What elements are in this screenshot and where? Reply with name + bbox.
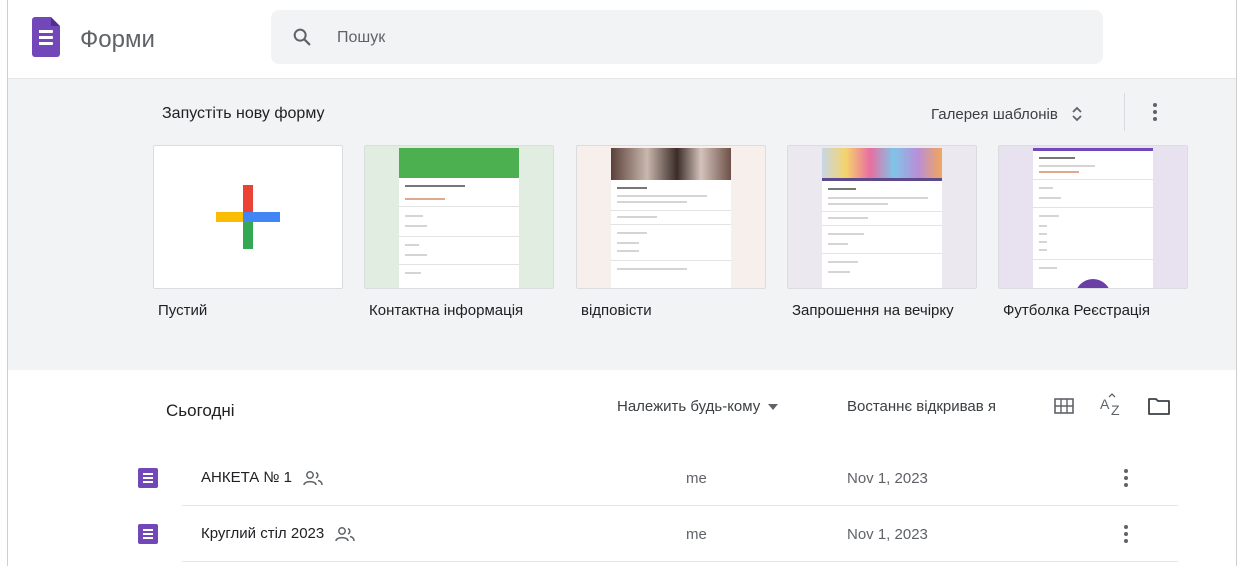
unfold-icon: [1072, 106, 1082, 122]
search-input[interactable]: [335, 24, 1039, 52]
template-thumbnail: [822, 148, 942, 178]
plus-icon: [216, 185, 280, 249]
recent-forms-header: Сьогодні Належить будь-кому Востаннє від…: [8, 370, 1236, 450]
search-icon[interactable]: [291, 26, 313, 48]
form-title: Круглий стіл 2023: [201, 525, 325, 542]
template-gallery-label: Галерея шаблонів: [931, 105, 1058, 123]
divider: [182, 561, 1178, 562]
app-title[interactable]: Форми: [80, 26, 155, 54]
template-thumbnail-form: [611, 180, 731, 288]
more-vert-icon[interactable]: [1114, 522, 1138, 546]
search-bar[interactable]: [271, 10, 1103, 64]
template-card-rsvp[interactable]: [576, 145, 766, 289]
more-vert-icon[interactable]: [1114, 466, 1138, 490]
top-bar: Форми: [8, 0, 1236, 79]
svg-text:A: A: [1100, 396, 1110, 412]
dropdown-arrow-icon: [768, 403, 779, 410]
grid-view-icon[interactable]: [1052, 394, 1076, 418]
forms-logo-icon[interactable]: [32, 17, 60, 57]
form-name: Круглий стіл 2023: [201, 525, 356, 542]
form-owner: me: [686, 526, 707, 543]
svg-text:Z: Z: [1111, 402, 1120, 418]
form-name: АНКЕТА № 1: [201, 469, 324, 486]
form-last-opened: Nov 1, 2023: [847, 526, 928, 543]
template-thumbnail: [1075, 279, 1111, 288]
shared-people-icon: [303, 470, 323, 485]
owner-filter-label: Належить будь-кому: [617, 398, 761, 415]
template-thumbnail-form: [822, 181, 942, 288]
shared-people-icon: [335, 526, 355, 541]
template-gallery-button[interactable]: Галерея шаблонів: [931, 99, 1084, 129]
template-card-blank[interactable]: [153, 145, 343, 289]
divider: [1124, 93, 1125, 131]
folder-icon[interactable]: [1146, 394, 1172, 418]
template-label[interactable]: Футболка Реєстрація: [1003, 302, 1150, 319]
section-title: Сьогодні: [166, 401, 235, 420]
template-thumbnail-form: [399, 178, 519, 288]
section-heading: Запустіть нову форму: [162, 105, 325, 122]
form-owner: me: [686, 470, 707, 487]
template-label[interactable]: Контактна інформація: [369, 302, 523, 319]
template-card-tshirt-signup[interactable]: [998, 145, 1188, 289]
sort-az-icon[interactable]: A Z: [1098, 392, 1126, 420]
list-item[interactable]: Круглий стіл 2023 me Nov 1, 2023: [138, 506, 1178, 562]
template-gallery-section: Запустіть нову форму Галерея шаблонів Пу…: [8, 79, 1236, 370]
template-thumbnail: [611, 148, 731, 180]
template-label[interactable]: Пустий: [158, 302, 207, 319]
owner-filter-dropdown[interactable]: Належить будь-кому: [617, 398, 779, 415]
template-label[interactable]: відповісти: [581, 302, 652, 319]
more-vert-icon[interactable]: [1143, 100, 1167, 124]
template-card-party-invite[interactable]: [787, 145, 977, 289]
template-thumbnail-form: [1033, 151, 1153, 288]
template-label[interactable]: Запрошення на вечірку: [792, 302, 954, 319]
form-title: АНКЕТА № 1: [201, 469, 293, 486]
form-file-icon: [138, 524, 158, 544]
forms-home: Форми Запустіть нову форму Галерея шабло…: [7, 0, 1237, 566]
template-card-contact-info[interactable]: [364, 145, 554, 289]
form-file-icon: [138, 468, 158, 488]
template-thumbnail: [399, 148, 519, 178]
list-item[interactable]: АНКЕТА № 1 me Nov 1, 2023: [138, 450, 1178, 506]
sort-by-last-opened[interactable]: Востаннє відкривав я: [847, 398, 996, 415]
form-last-opened: Nov 1, 2023: [847, 470, 928, 487]
